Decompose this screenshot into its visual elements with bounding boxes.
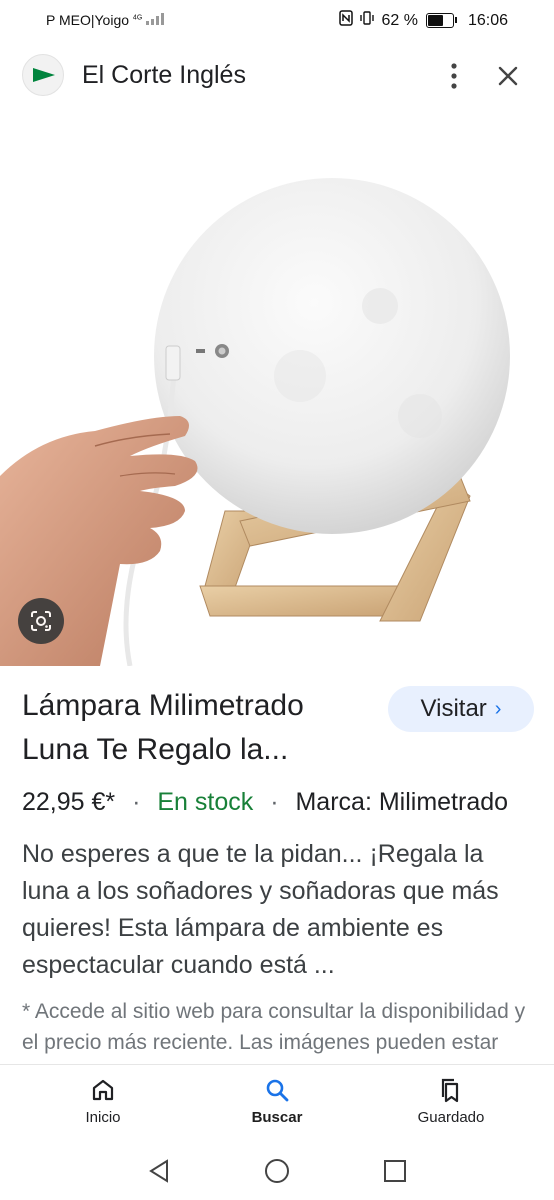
- nav-saved[interactable]: Guardado: [391, 1077, 511, 1126]
- close-icon: [498, 66, 518, 86]
- carrier-name: P MEO|Yoigo: [46, 12, 130, 28]
- nav-home-label: Inicio: [85, 1109, 121, 1126]
- product-title[interactable]: Lámpara Milimetrado Luna Te Regalo la...: [22, 684, 372, 772]
- clock: 16:06: [467, 11, 508, 29]
- battery-percent: 62 %: [381, 11, 418, 29]
- site-favicon: [22, 54, 64, 96]
- recents-square-icon: [384, 1160, 406, 1182]
- bottom-navigation: Inicio Buscar Guardado: [0, 1064, 554, 1145]
- visit-label: Visitar: [420, 695, 487, 722]
- carrier-label: P MEO|Yoigo 4G: [46, 12, 168, 28]
- back-triangle-icon: [149, 1159, 168, 1183]
- nfc-icon: [339, 10, 354, 31]
- lens-icon: [31, 611, 51, 631]
- signal-icon: [146, 12, 168, 28]
- product-description: No esperes a que te la pidan... ¡Regala …: [22, 840, 499, 979]
- separator-dot: ·: [132, 788, 141, 816]
- recents-button[interactable]: [382, 1158, 408, 1189]
- more-vert-icon: [451, 63, 457, 89]
- chevron-right-icon: ›: [494, 697, 502, 720]
- network-type: 4G: [132, 14, 143, 22]
- battery-icon: [425, 13, 457, 28]
- close-button[interactable]: [492, 60, 524, 92]
- product-meta: 22,95 €* · En stock · Marca: Milimetrado: [22, 788, 508, 817]
- back-button[interactable]: [146, 1158, 172, 1189]
- more-options-button[interactable]: [440, 58, 468, 94]
- separator-dot: ·: [270, 788, 279, 816]
- el-corte-ingles-logo-icon: [33, 68, 55, 82]
- app-header: El Corte Inglés: [0, 44, 554, 110]
- vibrate-icon: [359, 10, 375, 31]
- nav-home[interactable]: Inicio: [43, 1077, 163, 1126]
- nav-search[interactable]: Buscar: [217, 1077, 337, 1126]
- saved-icon: [441, 1078, 459, 1103]
- product-price: 22,95 €*: [22, 788, 116, 816]
- nav-saved-label: Guardado: [417, 1109, 485, 1126]
- site-name: El Corte Inglés: [82, 61, 246, 89]
- product-brand: Marca: Milimetrado: [295, 788, 509, 816]
- visit-button[interactable]: Visitar ›: [388, 686, 534, 732]
- stock-status: En stock: [157, 788, 254, 816]
- google-lens-button[interactable]: [18, 598, 64, 644]
- status-right: 62 % 16:06: [339, 10, 508, 31]
- product-image[interactable]: [0, 116, 554, 666]
- nav-search-label: Buscar: [251, 1109, 303, 1126]
- home-button[interactable]: [264, 1158, 290, 1189]
- home-circle-icon: [265, 1159, 289, 1183]
- system-navigation-bar: [0, 1144, 554, 1200]
- search-icon: [266, 1079, 289, 1102]
- home-icon: [92, 1079, 114, 1101]
- battery-fill: [427, 15, 443, 26]
- status-bar: P MEO|Yoigo 4G 62 % 16:06: [0, 0, 554, 42]
